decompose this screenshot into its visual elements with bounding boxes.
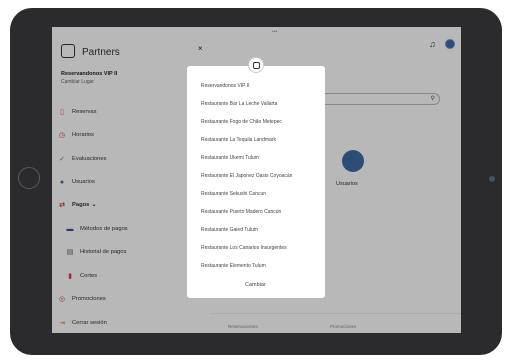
venue-option[interactable]: Restaurante Los Canarios Insurgentes	[201, 245, 287, 251]
home-button[interactable]	[18, 167, 40, 189]
venue-option[interactable]: Restaurante Puerto Madero Cancún	[201, 209, 281, 215]
change-button[interactable]: Cambiar	[245, 282, 266, 288]
venue-option[interactable]: Restaurante Bar La Leche Vallarta	[201, 101, 277, 107]
venue-option[interactable]: Restaurante Ukemi Tulum	[201, 155, 259, 161]
partners-logo-icon	[248, 57, 264, 73]
venue-option[interactable]: Restaurante Elemento Tulum	[201, 263, 266, 269]
venue-option[interactable]: Reservandonos VIP II	[201, 83, 250, 89]
camera-dot	[489, 176, 495, 182]
venue-option[interactable]: Restaurante Gaied Tulum	[201, 227, 258, 233]
venue-option[interactable]: Restaurante Sekushi Cancun	[201, 191, 266, 197]
venue-option[interactable]: Restaurante Fogo de Chão Metepec	[201, 119, 282, 125]
venue-option[interactable]: Restaurante El Japonez Oasis Coyoacán	[201, 173, 292, 179]
venue-option[interactable]: Restaurante La Tequila Landmark	[201, 137, 276, 143]
